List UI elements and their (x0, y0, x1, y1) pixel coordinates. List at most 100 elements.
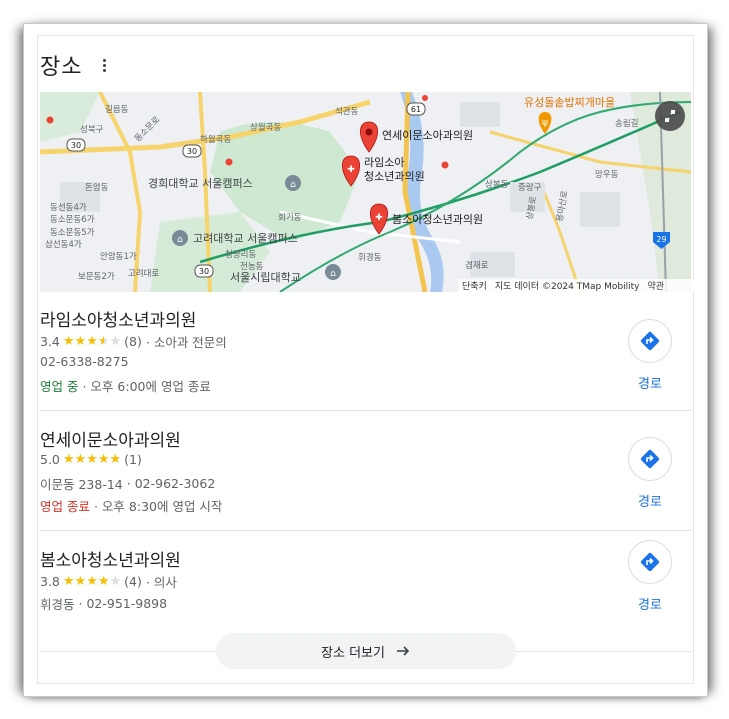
place-phone: · 02-962-3062 (126, 476, 216, 491)
map-label: 길음동 (105, 105, 129, 115)
route-shield: 30 (66, 138, 86, 152)
star-rating: ★ ★ ★ ★ ★ (63, 575, 121, 588)
star-icon: ★ (97, 452, 110, 467)
place-category: · 소아과 전문의 (145, 335, 227, 350)
place-name[interactable]: 라임소아청소년과의원 (40, 306, 196, 331)
place-rating-row: 3.4 ★ ★ ★ ★ ★ (8) · 소아과 전문의 (40, 332, 227, 351)
map-label: 동소문동5가 (50, 228, 95, 238)
divider (40, 530, 691, 531)
directions-label: 경로 (638, 377, 662, 392)
svg-text:ψ: ψ (542, 118, 548, 128)
map-label: 고려대로 (128, 268, 159, 279)
arrow-right-icon (396, 646, 410, 656)
poi-dot[interactable] (46, 116, 54, 124)
map-data-credit: 지도 데이터 ©2024 TMap Mobility (494, 282, 640, 292)
route-30-label: 30 (187, 147, 197, 156)
place-address-row: 휘경동 · 02-951-9898 (40, 594, 167, 613)
map[interactable]: 30 30 30 61 29 길음동 성북구 하월곡동 상월곡동 석관동 돈암동… (40, 92, 691, 292)
map-label: 겸재로 (465, 260, 489, 271)
hospital-icon: ✚ (347, 165, 355, 175)
place-rating-row: 5.0 ★ ★ ★ ★ ★ (1) (40, 452, 142, 467)
route-29-label: 29 (656, 235, 666, 244)
directions-icon (628, 437, 672, 481)
map-label: 동소문동6가 (50, 215, 95, 225)
map-label: 망우동 (595, 169, 619, 180)
map-label: 하월곡동 (200, 134, 231, 145)
star-rating: ★ ★ ★ ★ ★ (63, 335, 121, 348)
open-status: 영업 중 (40, 379, 79, 394)
hospital-icon: ✚ (375, 213, 383, 223)
star-icon: ★ (62, 334, 75, 349)
pin-label: 연세이문소아과의원 (382, 129, 473, 142)
map-label: 보문동2가 (78, 272, 115, 282)
more-places-button[interactable]: 장소 더보기 (216, 633, 516, 669)
star-icon: ★ (86, 452, 98, 467)
map-label: 서울시립대학교 (230, 271, 301, 284)
pin-label: 라임소아 (364, 156, 404, 169)
place-address: 이문동 238-14 (40, 477, 123, 492)
star-rating: ★ ★ ★ ★ ★ (63, 453, 121, 466)
place-listing[interactable]: 봄소아청소년과의원 3.8 ★ ★ ★ ★ ★ (4) · 의사 휘경동 · 02-95… (40, 540, 691, 630)
map-label: 경희대학교 서울캠퍼스 (148, 177, 253, 190)
directions-icon (628, 540, 672, 584)
star-icon: ★ (109, 334, 122, 349)
route-shield: 61 (406, 102, 426, 116)
more-places-label: 장소 더보기 (321, 645, 385, 661)
university-icon: ⌂ (177, 235, 183, 245)
closed-status: 영업 종료 (40, 499, 90, 514)
map-label: 송림길 (615, 118, 638, 129)
place-hours-row: 영업 중 · 오후 6:00에 영업 종료 (40, 376, 211, 395)
star-icon: ★ (74, 334, 87, 349)
map-label: 중랑구 (518, 182, 542, 193)
expand-map-button[interactable] (655, 101, 685, 131)
directions-button[interactable]: 경로 (620, 319, 680, 392)
shortcuts-link[interactable]: 단축키 (462, 279, 487, 292)
star-icon: ★ (74, 452, 87, 467)
directions-label: 경로 (638, 495, 662, 510)
review-count[interactable]: (1) (124, 452, 142, 467)
star-icon: ★ (109, 452, 122, 467)
map-label: 석관동 (335, 106, 359, 117)
review-count[interactable]: (8) (124, 334, 142, 349)
poi-dot[interactable] (441, 161, 449, 169)
place-listing[interactable]: 연세이문소아과의원 5.0 ★ ★ ★ ★ ★ (1) 이문동 238-14 · 02-… (40, 420, 691, 530)
section-title: 장소 (40, 55, 83, 80)
map-label: 동선동4가 (50, 203, 87, 213)
map-attribution: 단축키 지도 데이터 ©2024 TMap Mobility 약관 (458, 279, 695, 292)
place-name[interactable]: 봄소아청소년과의원 (40, 546, 181, 571)
map-label: 상봉동 (485, 179, 509, 190)
place-name[interactable]: 연세이문소아과의원 (40, 426, 181, 451)
hours-text: · 오후 6:00에 영업 종료 (82, 379, 211, 394)
map-label: 돈암동 (85, 182, 109, 193)
star-icon: ★ (62, 574, 75, 589)
rating-value: 3.8 (40, 574, 60, 589)
star-icon: ★ (97, 334, 110, 349)
place-listing[interactable]: 라임소아청소년과의원 3.4 ★ ★ ★ ★ ★ (8) · 소아과 전문의 02-63… (40, 300, 691, 410)
divider (40, 410, 691, 411)
place-address-row: 이문동 238-14 · 02-962-3062 (40, 474, 215, 493)
directions-button[interactable]: 경로 (620, 437, 680, 510)
hours-text: · 오후 8:30에 영업 시작 (93, 499, 223, 514)
place-phone: 02-6338-8275 (40, 354, 129, 369)
more-vert-icon[interactable] (99, 58, 109, 74)
map-label: 청량리동 (225, 249, 256, 260)
rating-value: 5.0 (40, 452, 60, 467)
star-icon: ★ (97, 574, 110, 589)
university-icon: ⌂ (330, 269, 336, 279)
map-label: 회기동 (278, 213, 302, 223)
route-shield: 30 (194, 264, 214, 278)
place-phone: · 02-951-9898 (78, 596, 168, 611)
poi-dot[interactable] (225, 158, 233, 166)
place-category: · 의사 (145, 575, 177, 590)
route-61-label: 61 (411, 105, 421, 114)
terms-link[interactable]: 약관 (647, 279, 664, 292)
review-count[interactable]: (4) (124, 574, 142, 589)
rating-value: 3.4 (40, 334, 60, 349)
directions-label: 경로 (638, 598, 662, 613)
poi-dot[interactable] (422, 95, 428, 101)
map-label: 안암동1가 (100, 251, 137, 262)
place-hours-row: 영업 종료 · 오후 8:30에 영업 시작 (40, 496, 222, 515)
place-address: 휘경동 (40, 597, 75, 612)
directions-button[interactable]: 경로 (620, 540, 680, 613)
place-rating-row: 3.8 ★ ★ ★ ★ ★ (4) · 의사 (40, 572, 177, 591)
